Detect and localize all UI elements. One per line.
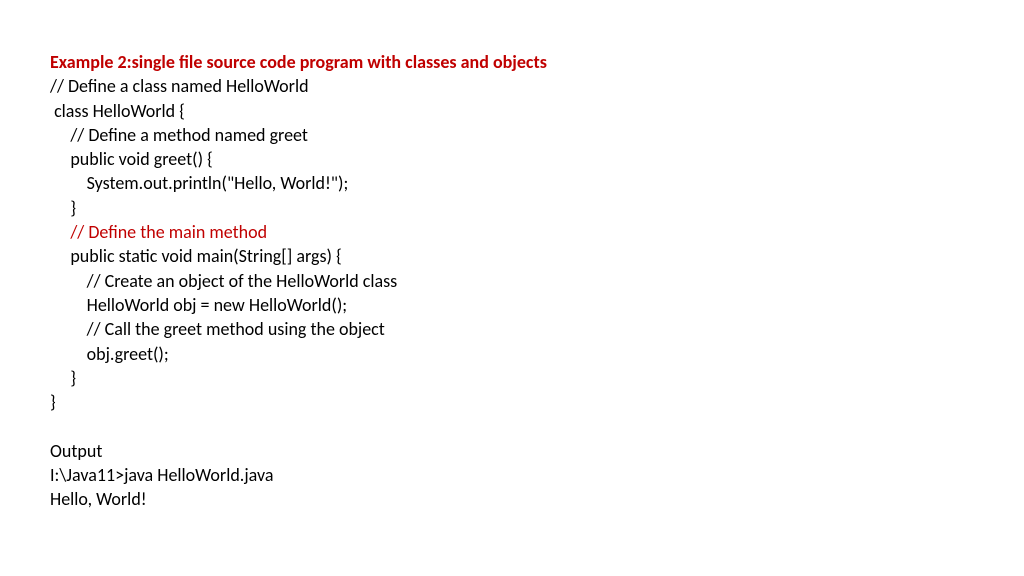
- output-label: Output: [50, 440, 102, 462]
- code-listing: // Define a class named HelloWorld class…: [50, 74, 550, 511]
- document-content: Example 2:single file source code progra…: [50, 50, 550, 512]
- code-line: // Call the greet method using the objec…: [50, 318, 385, 340]
- example-title: Example 2:single file source code progra…: [50, 50, 550, 74]
- output-line: Hello, World!: [50, 488, 147, 510]
- code-line: HelloWorld obj = new HelloWorld();: [50, 294, 347, 316]
- code-line: // Define a class named HelloWorld: [50, 75, 309, 97]
- output-line: I:\Java11>java HelloWorld.java: [50, 464, 273, 486]
- code-line: // Define a method named greet: [50, 124, 308, 146]
- code-line: }: [50, 391, 56, 413]
- code-line: public static void main(String[] args) {: [50, 245, 342, 267]
- code-line: obj.greet();: [50, 343, 169, 365]
- code-line: // Create an object of the HelloWorld cl…: [50, 270, 397, 292]
- code-line: System.out.println("Hello, World!");: [50, 172, 348, 194]
- code-line: }: [50, 197, 76, 219]
- code-line: class HelloWorld {: [50, 100, 185, 122]
- code-line: }: [50, 367, 76, 389]
- code-line: public void greet() {: [50, 148, 213, 170]
- code-line-highlighted: // Define the main method: [50, 221, 267, 243]
